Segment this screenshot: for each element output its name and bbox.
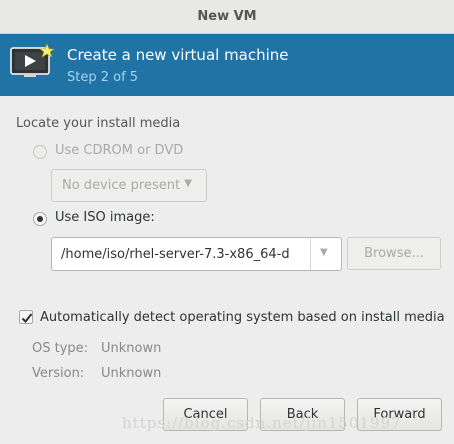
browse-button[interactable]: Browse... xyxy=(347,237,441,270)
wizard-title: Create a new virtual machine xyxy=(67,46,289,64)
combo-divider xyxy=(310,238,311,270)
auto-detect-checkbox[interactable] xyxy=(19,310,33,324)
device-select-value: No device present xyxy=(62,178,181,193)
iso-radio[interactable] xyxy=(33,212,47,226)
os-type-label: OS type: xyxy=(32,341,89,356)
chevron-down-icon: ▼ xyxy=(184,178,192,189)
iso-path-combo[interactable]: /home/iso/rhel-server-7.3-x86_64-d ▼ xyxy=(51,237,342,271)
auto-detect-label: Automatically detect operating system ba… xyxy=(40,310,445,325)
wizard-header: Create a new virtual machine Step 2 of 5 xyxy=(0,34,454,96)
chevron-down-icon[interactable]: ▼ xyxy=(320,247,328,258)
install-media-heading: Locate your install media xyxy=(16,116,181,131)
checkmark-icon xyxy=(21,313,33,323)
version-value: Unknown xyxy=(101,366,162,381)
os-type-value: Unknown xyxy=(101,341,162,356)
wizard-step: Step 2 of 5 xyxy=(67,70,139,85)
monitor-star-icon xyxy=(10,42,56,82)
iso-path-input[interactable]: /home/iso/rhel-server-7.3-x86_64-d xyxy=(61,247,309,262)
watermark-text: https://blog.csdn.net/jin1501997 xyxy=(122,414,402,432)
window-titlebar: New VM xyxy=(0,0,454,34)
device-select[interactable]: No device present ▼ xyxy=(51,169,207,202)
window-title: New VM xyxy=(197,9,257,24)
iso-radio-label: Use ISO image: xyxy=(55,210,155,225)
cdrom-radio-label: Use CDROM or DVD xyxy=(55,143,184,158)
cdrom-radio[interactable] xyxy=(33,145,47,159)
version-label: Version: xyxy=(32,366,85,381)
